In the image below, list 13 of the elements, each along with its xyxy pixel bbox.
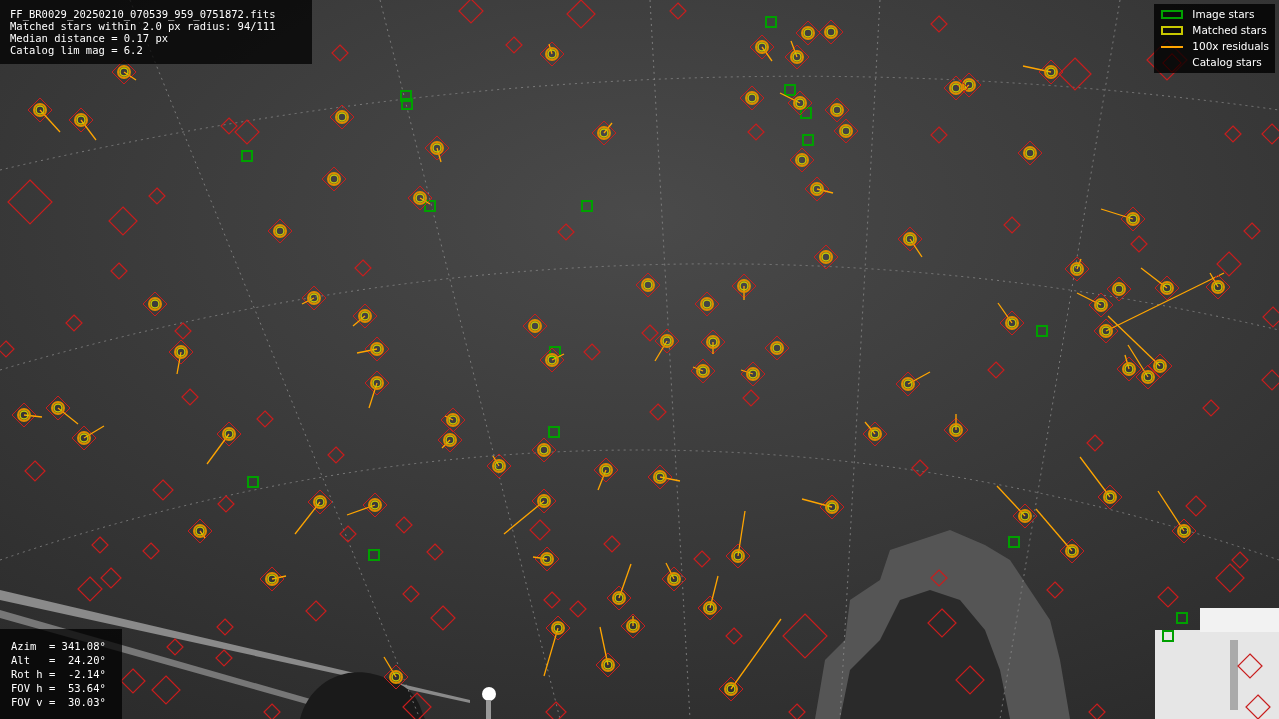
pointing-line: FOV h = 53.64° <box>11 681 107 695</box>
pointing-line: Alt = 24.20° <box>11 653 107 667</box>
info-line: Median distance = 0.17 px <box>10 32 170 44</box>
info-line: FF_BR0029_20250210_070539_959_0751872.fits <box>10 8 277 20</box>
pointing-line: FOV v = 30.03° <box>11 695 107 709</box>
info-line: Matched stars within 2.0 px radius: 94/111 <box>10 20 277 32</box>
info-line: Catalog lim mag = 6.2 <box>10 44 144 56</box>
legend-label: Catalog stars <box>1192 54 1262 70</box>
legend-label: Matched stars <box>1192 22 1267 38</box>
pointing-line: Rot h = -2.14° <box>11 667 107 681</box>
legend-label: Image stars <box>1192 6 1255 22</box>
legend-label: 100x residuals <box>1192 38 1269 54</box>
pointing-line: Azim = 341.08° <box>11 639 107 653</box>
